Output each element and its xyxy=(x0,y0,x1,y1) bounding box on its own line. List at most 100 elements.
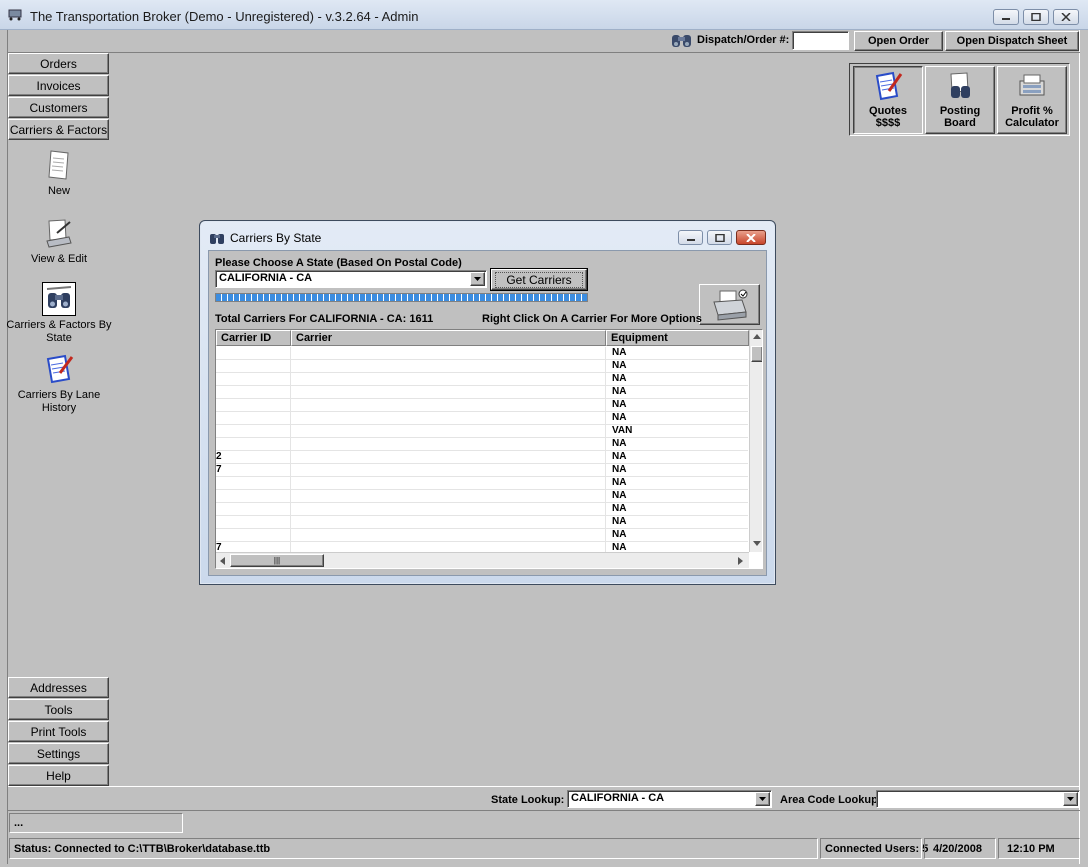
dialog-minimize-button[interactable] xyxy=(678,230,703,245)
cell-carrier-id xyxy=(216,373,291,386)
table-row[interactable]: NA xyxy=(216,477,748,490)
nav-tools[interactable]: Tools xyxy=(8,699,109,720)
cell-carrier xyxy=(291,347,606,360)
posting-board-button[interactable]: Posting Board xyxy=(925,66,995,134)
progress-fill xyxy=(216,294,587,301)
table-row[interactable]: NA xyxy=(216,516,748,529)
state-lookup-value: CALIFORNIA - CA xyxy=(571,792,665,804)
side-carriers-by-lane[interactable]: Carriers By Lane History xyxy=(4,352,114,415)
profit-calculator-button[interactable]: Profit % Calculator xyxy=(997,66,1067,134)
status-connection: Status: Connected to C:\TTB\Broker\datab… xyxy=(9,838,818,859)
get-carriers-button[interactable]: Get Carriers xyxy=(490,268,588,291)
side-carriers-by-state[interactable]: Carriers & Factors By State xyxy=(4,282,114,345)
horizontal-scroll-thumb[interactable]: ||| xyxy=(230,554,324,567)
dispatch-order-label: Dispatch/Order #: xyxy=(697,34,790,46)
cell-equipment: NA xyxy=(612,529,627,540)
side-carriers-by-state-label: Carriers & Factors By State xyxy=(6,319,112,344)
nav-print-tools[interactable]: Print Tools xyxy=(8,721,109,742)
cell-equipment: NA xyxy=(612,399,627,410)
quotes-label-1: Quotes xyxy=(869,105,907,117)
carriers-grid[interactable]: Carrier ID Carrier Equipment NA NA NA NA NA N… xyxy=(215,329,763,569)
column-header-carrier-id[interactable]: Carrier ID xyxy=(216,330,291,346)
cell-carrier xyxy=(291,386,606,399)
cell-carrier xyxy=(291,451,606,464)
side-view-edit[interactable]: View & Edit xyxy=(4,216,114,266)
close-icon xyxy=(746,233,756,242)
dispatch-order-input[interactable] xyxy=(792,31,849,50)
table-row[interactable]: 7 NA xyxy=(216,464,748,477)
horizontal-scrollbar[interactable]: ||| xyxy=(216,552,749,568)
nav-addresses[interactable]: Addresses xyxy=(8,677,109,698)
minimize-icon xyxy=(686,238,695,241)
nav-invoices[interactable]: Invoices xyxy=(8,75,109,96)
table-row[interactable]: NA xyxy=(216,386,748,399)
table-row[interactable]: NA xyxy=(216,360,748,373)
side-view-edit-label: View & Edit xyxy=(30,253,88,265)
area-code-lookup-select[interactable] xyxy=(876,790,1080,808)
cell-equipment: NA xyxy=(612,347,627,358)
scroll-up-icon[interactable] xyxy=(753,334,761,339)
open-order-button[interactable]: Open Order xyxy=(854,31,943,51)
minimize-button[interactable] xyxy=(993,9,1019,25)
right-click-hint: Right Click On A Carrier For More Option… xyxy=(482,313,702,325)
chevron-down-icon xyxy=(759,797,766,801)
cell-carrier-id: 2 xyxy=(216,451,291,464)
cell-carrier xyxy=(291,477,606,490)
open-dispatch-sheet-button[interactable]: Open Dispatch Sheet xyxy=(945,31,1079,51)
scroll-right-icon[interactable] xyxy=(738,557,743,565)
quotes-label-2: $$$$ xyxy=(875,117,901,129)
window-title-bar: The Transportation Broker (Demo - Unregi… xyxy=(0,0,1088,30)
vertical-scroll-thumb[interactable] xyxy=(751,346,762,362)
state-lookup-select[interactable]: CALIFORNIA - CA xyxy=(567,790,772,808)
table-row[interactable]: NA xyxy=(216,503,748,516)
cell-equipment: VAN xyxy=(612,425,633,436)
cell-carrier-id xyxy=(216,360,291,373)
quotes-button[interactable]: Quotes $$$$ xyxy=(853,66,923,134)
table-row[interactable]: NA xyxy=(216,438,748,451)
cell-carrier-id xyxy=(216,490,291,503)
dialog-close-button[interactable] xyxy=(736,230,766,245)
table-row[interactable]: NA xyxy=(216,490,748,503)
get-carriers-label: Get Carriers xyxy=(495,271,583,288)
profit-label-2: Calculator xyxy=(1005,117,1059,129)
table-row[interactable]: VAN xyxy=(216,425,748,438)
cell-carrier xyxy=(291,412,606,425)
state-lookup-dropdown[interactable] xyxy=(755,792,770,806)
state-select[interactable]: CALIFORNIA - CA xyxy=(215,270,487,288)
table-row[interactable]: NA xyxy=(216,347,748,360)
nav-carriers-factors[interactable]: Carriers & Factors xyxy=(8,119,109,140)
table-row[interactable]: NA xyxy=(216,373,748,386)
print-button[interactable] xyxy=(699,284,760,325)
close-button[interactable] xyxy=(1053,9,1079,25)
nav-orders[interactable]: Orders xyxy=(8,53,109,74)
cell-carrier-id xyxy=(216,412,291,425)
posting-label-2: Board xyxy=(944,117,976,129)
table-row[interactable]: 2 NA xyxy=(216,451,748,464)
table-row[interactable]: NA xyxy=(216,529,748,542)
quotes-icon xyxy=(875,71,903,101)
cell-carrier xyxy=(291,490,606,503)
maximize-button[interactable] xyxy=(1023,9,1049,25)
cell-equipment: NA xyxy=(612,451,627,462)
scroll-down-icon[interactable] xyxy=(753,541,761,546)
cell-equipment: NA xyxy=(612,477,627,488)
column-header-carrier[interactable]: Carrier xyxy=(291,330,606,346)
progress-bar xyxy=(215,293,588,302)
nav-settings[interactable]: Settings xyxy=(8,743,109,764)
dialog-maximize-button[interactable] xyxy=(707,230,732,245)
state-select-dropdown[interactable] xyxy=(470,272,485,286)
table-row[interactable]: NA xyxy=(216,399,748,412)
side-new[interactable]: New xyxy=(4,148,114,198)
dialog-title: Carriers By State xyxy=(230,231,322,245)
area-code-lookup-dropdown[interactable] xyxy=(1063,792,1078,806)
scroll-left-icon[interactable] xyxy=(220,557,225,565)
column-header-equipment[interactable]: Equipment xyxy=(606,330,749,346)
vertical-scrollbar[interactable] xyxy=(749,330,762,552)
cell-carrier-id xyxy=(216,399,291,412)
cell-carrier xyxy=(291,360,606,373)
cell-carrier-id xyxy=(216,386,291,399)
nav-help[interactable]: Help xyxy=(8,765,109,786)
nav-customers[interactable]: Customers xyxy=(8,97,109,118)
table-row[interactable]: NA xyxy=(216,412,748,425)
edit-document-icon xyxy=(46,219,72,248)
